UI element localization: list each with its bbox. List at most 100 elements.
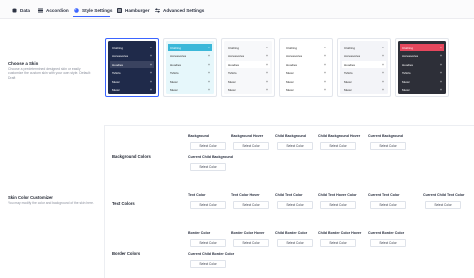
select-color-button[interactable]: Select Color — [190, 260, 226, 268]
skin-preview-row: Music + — [400, 87, 444, 94]
skin-card-6[interactable]: Clothing − Accessories + Hoodies + Tshirts + Mus… — [395, 38, 449, 97]
select-color-button[interactable]: Select Color — [277, 239, 313, 247]
skin-preview-row: Accessories + — [284, 53, 328, 60]
skin-card-2[interactable]: Clothing − Accessories + Hoodies + Tshirts + Mus… — [163, 38, 217, 97]
plus-icon: + — [440, 79, 442, 84]
skin-preview-row-label: Tshirts — [228, 71, 237, 75]
skin-preview-row-label: Accessories — [402, 54, 419, 58]
minus-icon: − — [382, 45, 384, 50]
database-icon — [12, 7, 17, 13]
skin-preview-row-label: Music — [402, 88, 410, 92]
color-field: Current Child Text Color Select Color — [423, 193, 474, 209]
select-color-button[interactable]: Select Color — [277, 201, 313, 209]
tab-data[interactable]: Data — [12, 5, 30, 15]
tab-accordion-label: Accordion — [46, 7, 69, 13]
select-color-button[interactable]: Select Color — [190, 201, 226, 209]
select-color-button[interactable]: Select Color — [425, 201, 461, 209]
skin-preview-row-label: Music — [170, 79, 178, 84]
skin-preview-row: Clothing − — [342, 44, 386, 51]
skin-preview-row-label: Music — [112, 88, 120, 92]
skin-preview: Clothing − Accessories + Hoodies + Tshirts + Mus… — [166, 41, 214, 94]
skin-card-1[interactable]: Clothing − Accessories + Hoodies + Tshirts + Mus… — [105, 38, 159, 97]
skin-preview-row-label: Hoodies — [402, 62, 414, 67]
skin-preview: Clothing − Accessories + Hoodies + Tshirts + Mus… — [224, 41, 272, 94]
plus-icon: + — [150, 71, 152, 75]
skin-preview-row: Accessories + — [110, 53, 154, 60]
skin-preview-row: Clothing − — [284, 44, 328, 51]
skin-card-3[interactable]: Clothing − Accessories + Hoodies + Tshirts + Mus… — [221, 38, 275, 97]
select-color-button[interactable]: Select Color — [320, 201, 356, 209]
skin-preview-row-label: Clothing — [112, 45, 124, 50]
skin-card-4[interactable]: Clothing − Accessories + Hoodies + Music + Music… — [279, 38, 333, 97]
hamburger-icon — [117, 7, 122, 13]
list-icon — [38, 8, 43, 12]
skin-preview-row: Hoodies + — [284, 61, 328, 68]
color-row-label: Background Colors — [112, 154, 151, 159]
select-color-button[interactable]: Select Color — [233, 142, 269, 150]
minus-icon: − — [324, 45, 326, 50]
skin-preview-row: Tshirts + — [110, 70, 154, 77]
select-color-button[interactable]: Select Color — [277, 142, 313, 150]
tab-hamburger[interactable]: Hamburger — [117, 5, 150, 15]
tab-advanced-settings[interactable]: Advanced Settings — [155, 5, 204, 15]
select-color-button[interactable]: Select Color — [190, 142, 226, 150]
plus-icon: + — [440, 62, 442, 67]
color-field-label: Current Background — [368, 134, 403, 138]
tab-hamburger-label: Hamburger — [125, 7, 150, 13]
color-field-label: Current Border Color — [368, 231, 405, 235]
skin-preview-row-label: Clothing — [170, 45, 182, 50]
select-color-button[interactable]: Select Color — [233, 239, 269, 247]
skin-preview-row-label: Hoodies — [228, 62, 240, 67]
plus-icon: + — [324, 62, 326, 67]
plus-icon: + — [440, 88, 442, 92]
plus-icon: + — [208, 71, 210, 75]
skin-preview-row-label: Music — [286, 79, 294, 84]
skin-preview-row-label: Music — [344, 88, 352, 92]
skin-preview-row-label: Hoodies — [344, 62, 356, 67]
tab-accordion[interactable]: Accordion — [38, 5, 69, 15]
select-color-button[interactable]: Select Color — [233, 201, 269, 209]
skin-preview-row: Music + — [168, 78, 212, 85]
skin-preview-row-label: Accessories — [112, 54, 129, 58]
section-divider — [104, 125, 474, 126]
skin-preview: Clothing − Accessories + Hoodies + Music + Music… — [282, 41, 330, 94]
skin-preview-row-label: Accessories — [170, 54, 187, 58]
skin-preview-row: Accessories + — [226, 53, 270, 60]
plus-icon: + — [440, 54, 442, 58]
skin-preview-row: Hoodies + — [110, 61, 154, 68]
plus-icon: + — [324, 88, 326, 92]
tab-style-settings[interactable]: Style Settings — [74, 5, 112, 15]
skin-preview-row-label: Accessories — [286, 54, 303, 58]
select-color-button[interactable]: Select Color — [190, 163, 226, 171]
skin-preview-row-label: Music — [112, 79, 120, 84]
skin-preview-row-label: Tshirts — [344, 71, 353, 75]
skin-preview-row: Music + — [400, 78, 444, 85]
select-color-button[interactable]: Select Color — [320, 239, 356, 247]
skin-section-description: Choose a predetermined designed skin or … — [8, 67, 91, 80]
skin-preview-row: Music + — [226, 78, 270, 85]
skin-preview-row-label: Music — [228, 79, 236, 84]
select-color-button[interactable]: Select Color — [370, 239, 406, 247]
plus-icon: + — [208, 54, 210, 58]
plus-icon: + — [382, 79, 384, 84]
skin-preview-row-label: Music — [286, 71, 294, 75]
skin-preview-row: Clothing − — [168, 44, 212, 51]
color-field-label: Current Child Border Color — [188, 252, 235, 256]
select-color-button[interactable]: Select Color — [370, 142, 406, 150]
plus-icon: + — [266, 79, 268, 84]
skin-preview-row-label: Clothing — [344, 45, 356, 50]
skin-preview-row-label: Music — [344, 79, 352, 84]
color-field: Current Child Background Select Color — [188, 155, 248, 171]
skin-preview-row-label: Music — [402, 79, 410, 84]
skin-preview-row: Tshirts + — [226, 70, 270, 77]
color-row-label: Text Colors — [112, 201, 135, 206]
plus-icon: + — [266, 88, 268, 92]
skin-preview-row: Hoodies + — [342, 61, 386, 68]
minus-icon: − — [440, 45, 442, 50]
select-color-button[interactable]: Select Color — [370, 201, 406, 209]
skin-preview-row-label: Tshirts — [170, 71, 179, 75]
skin-card-5[interactable]: Clothing − Accessories + Hoodies + Tshirts + Mus… — [337, 38, 391, 97]
select-color-button[interactable]: Select Color — [190, 239, 226, 247]
select-color-button[interactable]: Select Color — [320, 142, 356, 150]
tab-style-settings-label: Style Settings — [82, 7, 113, 13]
